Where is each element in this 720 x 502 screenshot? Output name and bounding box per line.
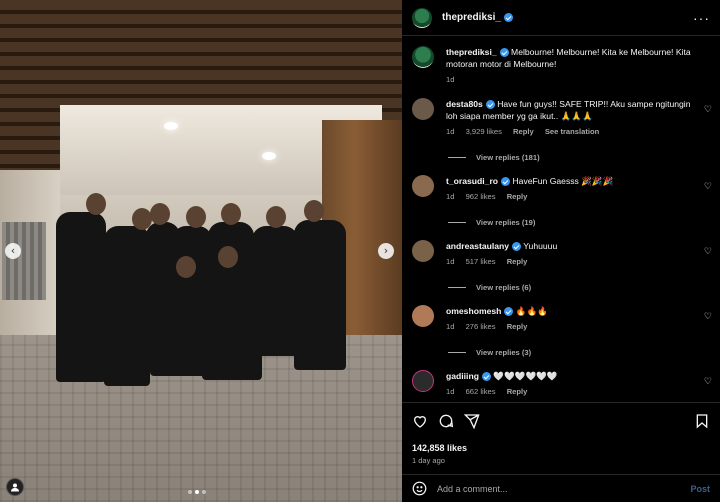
person-head	[186, 206, 206, 228]
post-photo[interactable]: ‹ ›	[0, 0, 402, 502]
wall-poster	[2, 222, 46, 300]
person	[56, 212, 106, 382]
reply-button[interactable]: Reply	[507, 322, 528, 331]
post-caption: theprediksi_ Melbourne! Melbourne! Kita …	[402, 38, 720, 86]
comment-icon[interactable]	[438, 413, 454, 429]
caption-age: 1d	[446, 75, 455, 84]
author-avatar[interactable]	[412, 46, 434, 68]
comment-likes[interactable]: 276 likes	[466, 322, 496, 331]
verified-badge-icon	[503, 13, 513, 22]
carousel-prev-button[interactable]: ‹	[5, 243, 21, 259]
commenter-avatar[interactable]	[412, 240, 434, 262]
commenter-username[interactable]: omeshomesh	[446, 306, 501, 316]
ceiling-light	[262, 152, 276, 160]
post-actions: 142,858 likes 1 day ago	[402, 402, 720, 465]
comment-likes[interactable]: 517 likes	[466, 257, 496, 266]
person	[294, 220, 346, 370]
person-head	[218, 246, 238, 268]
carousel-dot	[202, 490, 206, 494]
post-comment-button[interactable]: Post	[690, 484, 710, 494]
person-head	[86, 193, 106, 215]
carousel-next-button[interactable]: ›	[378, 243, 394, 259]
person	[202, 268, 262, 380]
verified-badge-icon	[501, 177, 511, 187]
commenter-avatar[interactable]	[412, 370, 434, 392]
comment-age: 1d	[446, 192, 455, 201]
comment-age: 1d	[446, 127, 455, 136]
view-replies-button[interactable]: View replies (181)	[448, 153, 540, 162]
commenter-username[interactable]: gadiiing	[446, 371, 479, 381]
view-replies-button[interactable]: View replies (3)	[448, 348, 531, 357]
author-username[interactable]: theprediksi_	[442, 12, 501, 23]
comment-text: 🤍🤍🤍🤍🤍🤍	[493, 371, 558, 381]
comment-like-heart-icon[interactable]: ♡	[704, 311, 712, 322]
comment-item: t_orasudi_ro HaveFun Gaesss 🎉🎉🎉 1d 962 l…	[402, 175, 720, 203]
post-sidebar: theprediksi_ ··· theprediksi_ Melbourne!…	[402, 0, 720, 502]
verified-badge-icon	[485, 100, 495, 110]
comment-item: andreastaulany Yuhuuuu 1d 517 likes Repl…	[402, 240, 720, 268]
comment-likes[interactable]: 662 likes	[466, 387, 496, 396]
comment-age: 1d	[446, 257, 455, 266]
view-replies-button[interactable]: View replies (6)	[448, 283, 531, 292]
person-head	[304, 200, 324, 222]
person	[150, 276, 206, 376]
reply-button[interactable]: Reply	[507, 387, 528, 396]
comment-text: 🔥🔥🔥	[515, 306, 548, 316]
person-head	[176, 256, 196, 278]
emoji-icon[interactable]	[412, 481, 427, 496]
person-head	[150, 203, 170, 225]
comment-age: 1d	[446, 322, 455, 331]
person-head	[221, 203, 241, 225]
commenter-username[interactable]: desta80s	[446, 99, 483, 109]
comment-likes[interactable]: 962 likes	[466, 192, 496, 201]
verified-badge-icon	[481, 372, 491, 382]
commenter-username[interactable]: t_orasudi_ro	[446, 176, 498, 186]
commenter-avatar[interactable]	[412, 175, 434, 197]
comment-like-heart-icon[interactable]: ♡	[704, 104, 712, 115]
like-count[interactable]: 142,858 likes	[412, 443, 710, 453]
comment-age: 1d	[446, 387, 455, 396]
reply-button[interactable]: Reply	[507, 192, 528, 201]
see-translation-button[interactable]: See translation	[545, 127, 599, 136]
person	[104, 226, 150, 386]
comments-list[interactable]: theprediksi_ Melbourne! Melbourne! Kita …	[402, 38, 720, 402]
carousel-dot	[188, 490, 192, 494]
verified-badge-icon	[512, 242, 522, 252]
reply-button[interactable]: Reply	[513, 127, 534, 136]
comment-likes[interactable]: 3,929 likes	[466, 127, 502, 136]
post-date: 1 day ago	[412, 456, 445, 465]
carousel-dots	[188, 490, 206, 494]
comment-text: Yuhuuuu	[523, 241, 558, 251]
caption-username[interactable]: theprediksi_	[446, 47, 497, 57]
person-head	[266, 206, 286, 228]
verified-badge-icon	[499, 48, 509, 58]
commenter-avatar[interactable]	[412, 98, 434, 120]
comment-like-heart-icon[interactable]: ♡	[704, 376, 712, 387]
comment-item: omeshomesh 🔥🔥🔥 1d 276 likes Reply ♡	[402, 305, 720, 333]
commenter-username[interactable]: andreastaulany	[446, 241, 509, 251]
author-avatar[interactable]	[412, 7, 432, 28]
ceiling-light	[164, 122, 178, 130]
comment-input[interactable]	[437, 483, 691, 494]
view-replies-button[interactable]: View replies (19)	[448, 218, 535, 227]
post-header: theprediksi_ ···	[402, 0, 720, 36]
commenter-avatar[interactable]	[412, 305, 434, 327]
user-tag-icon[interactable]	[6, 478, 24, 496]
comment-like-heart-icon[interactable]: ♡	[704, 246, 712, 257]
comment-item: desta80s Have fun guys!! SAFE TRIP!! Aku…	[402, 98, 720, 138]
comment-like-heart-icon[interactable]: ♡	[704, 181, 712, 192]
share-icon[interactable]	[464, 413, 480, 429]
more-options-icon[interactable]: ···	[693, 10, 710, 26]
reply-button[interactable]: Reply	[507, 257, 528, 266]
carousel-dot-active	[195, 490, 199, 494]
verified-badge-icon	[504, 307, 514, 317]
bookmark-icon[interactable]	[694, 413, 710, 429]
heart-icon[interactable]	[412, 413, 428, 429]
comment-item: gadiiing 🤍🤍🤍🤍🤍🤍 1d 662 likes Reply ♡	[402, 370, 720, 398]
comment-text: HaveFun Gaesss 🎉🎉🎉	[512, 176, 614, 186]
comment-composer: Post	[402, 474, 720, 502]
